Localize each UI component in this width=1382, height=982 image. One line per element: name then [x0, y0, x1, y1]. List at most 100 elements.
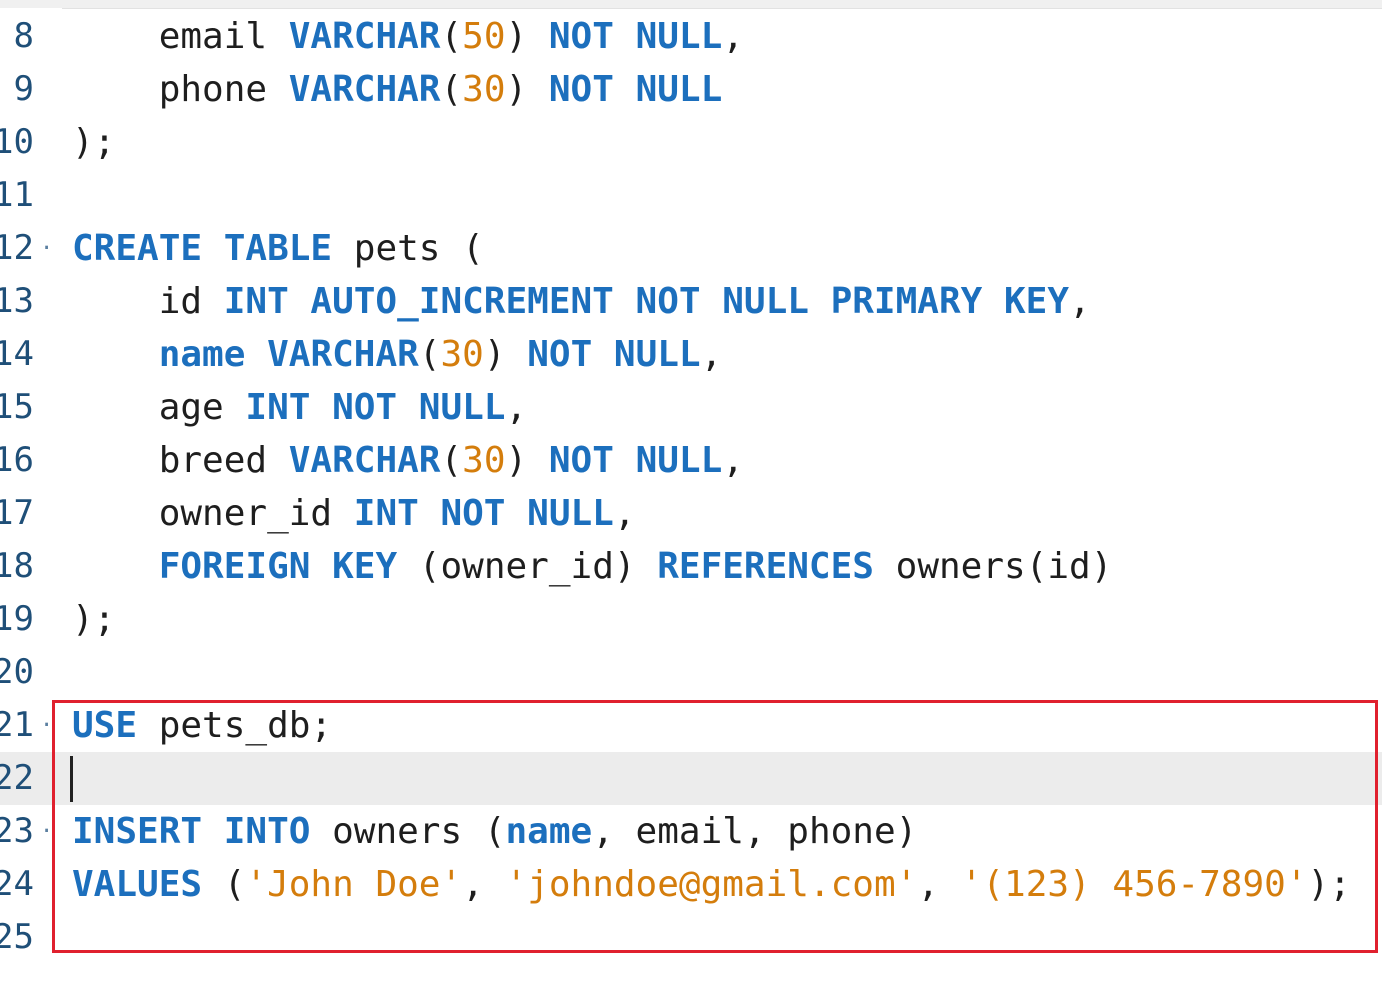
code-text: age INT NOT NULL,: [72, 381, 527, 434]
line-number: 9: [13, 69, 34, 109]
code-line[interactable]: 13 id INT AUTO_INCREMENT NOT NULL PRIMAR…: [0, 275, 1382, 328]
code-line[interactable]: 23 · INSERT INTO owners (name, email, phon…: [0, 805, 1382, 858]
code-token: NOT NULL: [548, 440, 723, 481]
code-token: phone: [72, 69, 289, 110]
code-token: (: [440, 440, 463, 481]
code-token: VARCHAR: [288, 69, 441, 110]
code-token: FOREIGN KEY: [158, 546, 398, 587]
code-token: VARCHAR: [288, 16, 441, 57]
code-line[interactable]: 12 · CREATE TABLE pets (: [0, 222, 1382, 275]
line-number: 11: [0, 175, 34, 215]
code-token: ,: [722, 16, 744, 57]
line-number: 8: [13, 16, 34, 56]
code-token: INT NOT NULL: [353, 493, 614, 534]
code-token: owners(id): [873, 546, 1113, 587]
code-token: ): [505, 69, 549, 110]
code-token: (: [202, 864, 246, 905]
code-token: (: [440, 69, 463, 110]
code-line[interactable]: 9 phone VARCHAR(30) NOT NULL: [0, 63, 1382, 116]
line-number: 15: [0, 387, 34, 427]
code-line[interactable]: 15 age INT NOT NULL,: [0, 381, 1382, 434]
line-number: 10: [0, 122, 34, 162]
code-token: , email, phone): [592, 811, 918, 852]
code-text: phone VARCHAR(30) NOT NULL: [72, 63, 723, 116]
code-line[interactable]: 21 · USE pets_db;: [0, 699, 1382, 752]
code-token: age: [72, 387, 246, 428]
fold-marker-icon[interactable]: ·: [40, 805, 53, 858]
code-token: );: [72, 599, 116, 640]
code-token: REFERENCES: [657, 546, 874, 587]
text-cursor: [70, 756, 73, 802]
code-token: 'johndoe@gmail.com': [505, 864, 918, 905]
code-token: NOT NULL: [527, 334, 701, 375]
code-token: );: [1307, 864, 1351, 905]
code-token: (: [418, 334, 441, 375]
code-token: ,: [700, 334, 723, 375]
line-number: 18: [0, 546, 34, 586]
code-token: (owner_id): [397, 546, 658, 587]
code-token: id: [72, 281, 224, 322]
sql-editor[interactable]: 8 email VARCHAR(50) NOT NULL, 9 phone VAR…: [0, 10, 1382, 964]
code-line[interactable]: 8 email VARCHAR(50) NOT NULL,: [0, 10, 1382, 63]
code-token: (: [440, 16, 463, 57]
code-token: VALUES: [72, 864, 203, 905]
code-token: email: [72, 16, 289, 57]
line-number: 21: [0, 705, 34, 745]
code-line[interactable]: 19);: [0, 593, 1382, 646]
code-text: name VARCHAR(30) NOT NULL,: [72, 328, 723, 381]
code-token: USE: [72, 705, 138, 746]
code-token: INT AUTO_INCREMENT NOT NULL PRIMARY KEY: [223, 281, 1069, 322]
code-token: owner_id: [72, 493, 354, 534]
code-token: ): [505, 16, 549, 57]
code-line[interactable]: 14 name VARCHAR(30) NOT NULL,: [0, 328, 1382, 381]
code-token: owners (: [310, 811, 506, 852]
code-token: ,: [917, 864, 961, 905]
line-number: 24: [0, 864, 34, 904]
code-token: pets_db;: [137, 705, 333, 746]
line-number: 17: [0, 493, 34, 533]
code-token: VARCHAR: [288, 440, 441, 481]
code-text: VALUES ('John Doe', 'johndoe@gmail.com',…: [72, 858, 1351, 911]
code-token: ,: [1069, 281, 1091, 322]
code-token: name: [158, 334, 246, 375]
line-number: 19: [0, 599, 34, 639]
code-text: CREATE TABLE pets (: [72, 222, 484, 275]
code-token: INT NOT NULL: [245, 387, 506, 428]
code-token: NOT NULL: [548, 16, 723, 57]
code-token: 30: [440, 334, 484, 375]
fold-marker-icon[interactable]: ·: [40, 699, 53, 752]
code-line[interactable]: 11: [0, 169, 1382, 222]
code-token: ,: [613, 493, 636, 534]
code-text: email VARCHAR(50) NOT NULL,: [72, 10, 744, 63]
code-token: ): [483, 334, 528, 375]
code-line[interactable]: 24 VALUES ('John Doe', 'johndoe@gmail.com…: [0, 858, 1382, 911]
code-text: FOREIGN KEY (owner_id) REFERENCES owners…: [72, 540, 1113, 593]
code-line[interactable]: 20: [0, 646, 1382, 699]
line-number: 25: [0, 917, 34, 957]
code-text: breed VARCHAR(30) NOT NULL,: [72, 434, 744, 487]
code-token: 'John Doe': [245, 864, 463, 905]
code-text: id INT AUTO_INCREMENT NOT NULL PRIMARY K…: [72, 275, 1091, 328]
code-token: VARCHAR: [267, 334, 419, 375]
line-number: 22: [0, 758, 34, 798]
line-number: 14: [0, 334, 34, 374]
code-line[interactable]: 16 breed VARCHAR(30) NOT NULL,: [0, 434, 1382, 487]
code-line[interactable]: 17 owner_id INT NOT NULL,: [0, 487, 1382, 540]
editor-toolbar: [0, 0, 1382, 9]
code-token: 30: [462, 440, 506, 481]
code-line[interactable]: 18 FOREIGN KEY (owner_id) REFERENCES own…: [0, 540, 1382, 593]
code-token: );: [72, 122, 116, 163]
code-text: );: [72, 116, 115, 169]
code-token: 50: [462, 16, 506, 57]
code-line[interactable]: 10);: [0, 116, 1382, 169]
code-token: '(123) 456-7890': [960, 864, 1308, 905]
code-line[interactable]: 25: [0, 911, 1382, 964]
line-number: 23: [0, 811, 34, 851]
code-line[interactable]: 22: [0, 752, 1382, 805]
line-number: 20: [0, 652, 34, 692]
fold-marker-icon[interactable]: ·: [40, 222, 53, 275]
code-token: ): [505, 440, 549, 481]
